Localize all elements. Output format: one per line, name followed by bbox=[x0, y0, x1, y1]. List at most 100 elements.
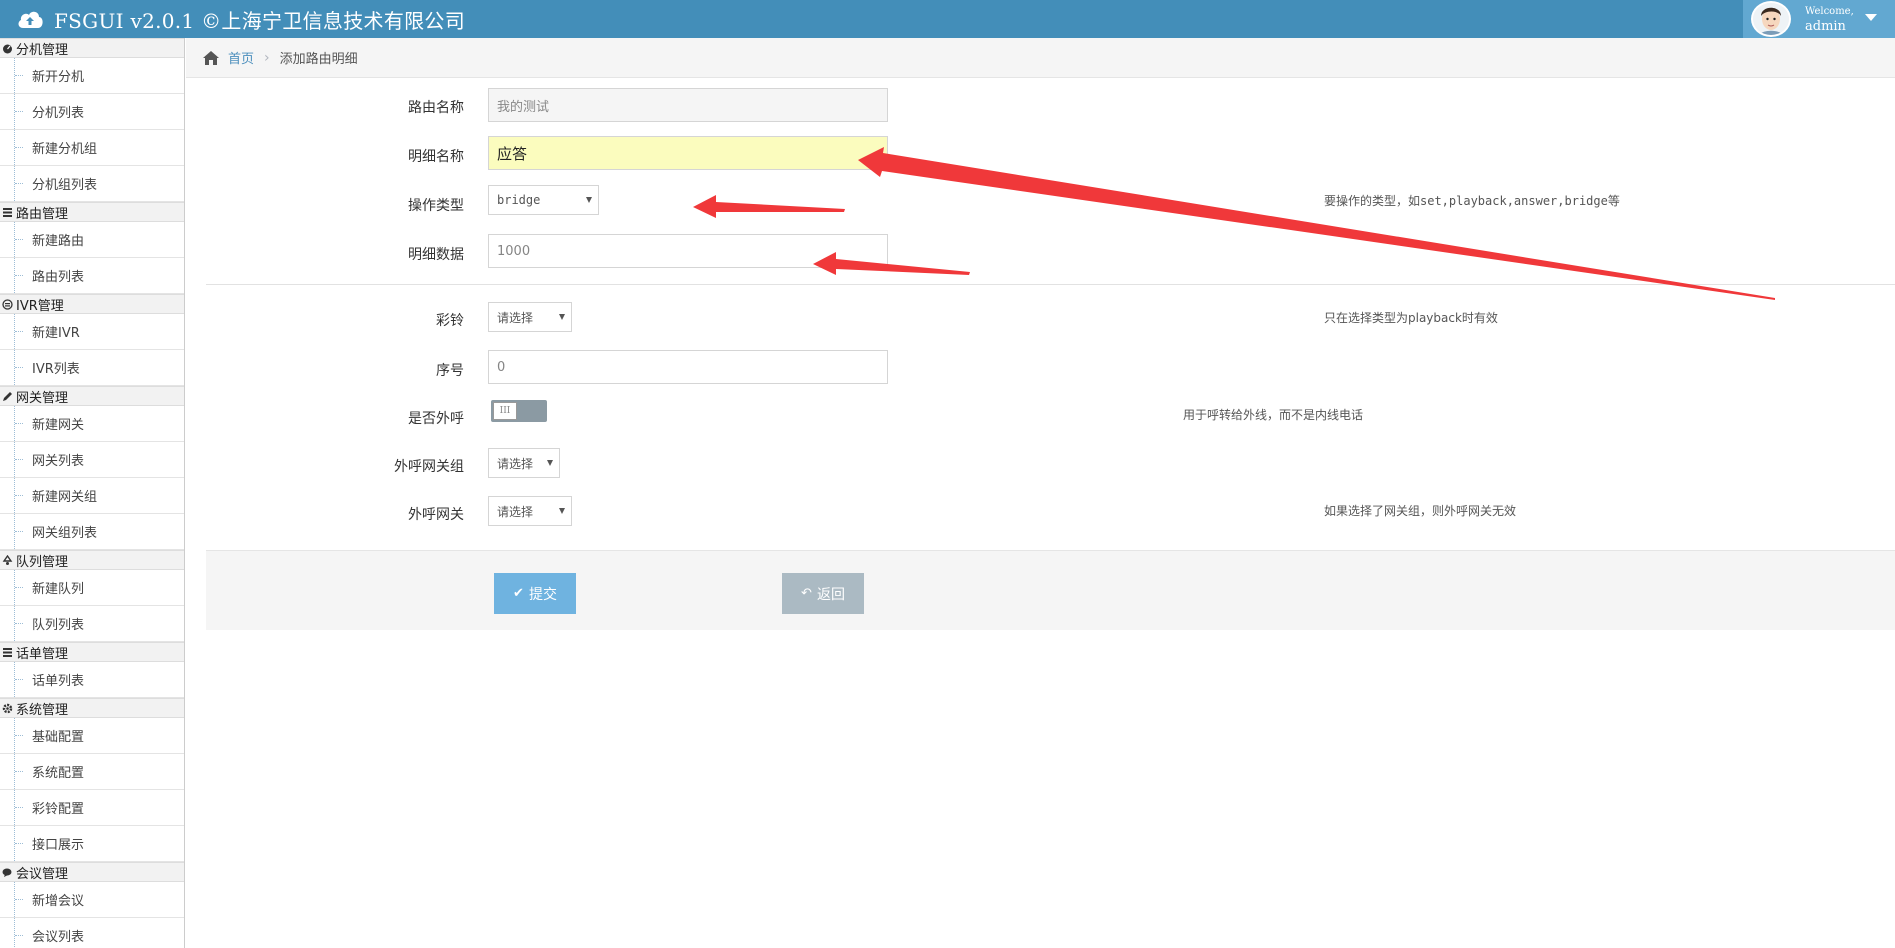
sidebar-item[interactable]: 新建分机组 bbox=[0, 130, 184, 166]
list-icon bbox=[2, 207, 13, 218]
route-name-label: 路由名称 bbox=[408, 100, 464, 116]
sidebar-item[interactable]: 新建网关组 bbox=[0, 478, 184, 514]
sidebar-group-ivr[interactable]: IVR管理 bbox=[0, 294, 184, 314]
app-title: FSGUI v2.0.1 ©上海宁卫信息技术有限公司 bbox=[54, 8, 466, 33]
ringtone-label: 彩铃 bbox=[436, 313, 464, 329]
gateway-label: 外呼网关 bbox=[408, 507, 464, 523]
sidebar-item[interactable]: 新开分机 bbox=[0, 58, 184, 94]
ringtone-value: 请选择 bbox=[497, 310, 534, 325]
outbound-help: 用于呼转给外线，而不是内线电话 bbox=[1183, 408, 1364, 422]
sidebar-item[interactable]: IVR列表 bbox=[0, 350, 184, 386]
sidebar-item[interactable]: 基础配置 bbox=[0, 718, 184, 754]
avatar bbox=[1751, 1, 1791, 37]
sidebar-group-label: 话单管理 bbox=[16, 646, 69, 662]
ringtone-select[interactable]: 请选择 bbox=[488, 302, 572, 332]
sidebar-group-label: 会议管理 bbox=[16, 866, 69, 882]
sidebar-group-label: IVR管理 bbox=[16, 298, 64, 314]
sidebar-group-extension[interactable]: 分机管理 bbox=[0, 38, 184, 58]
back-button[interactable]: ↶ 返回 bbox=[782, 573, 864, 614]
chat-icon bbox=[2, 867, 13, 878]
breadcrumb: 首页 › 添加路由明细 bbox=[186, 38, 1895, 78]
gateway-select[interactable]: 请选择 bbox=[488, 496, 572, 526]
sidebar-item[interactable]: 会议列表 bbox=[0, 918, 184, 948]
op-type-select[interactable]: bridge bbox=[488, 185, 599, 215]
route-name-input[interactable]: 我的测试 bbox=[488, 88, 888, 122]
seq-input[interactable]: 0 bbox=[488, 350, 888, 384]
breadcrumb-home-link[interactable]: 首页 bbox=[228, 48, 254, 67]
op-type-value: bridge bbox=[497, 193, 541, 207]
pencil-icon bbox=[2, 391, 13, 402]
sidebar-item[interactable]: 彩铃配置 bbox=[0, 790, 184, 826]
op-type-label: 操作类型 bbox=[408, 198, 464, 214]
sidebar-group-queue[interactable]: 队列管理 bbox=[0, 550, 184, 570]
chevron-down-icon bbox=[559, 508, 565, 514]
detail-name-input[interactable]: 应答 bbox=[488, 136, 888, 170]
user-menu[interactable]: Welcome, admin bbox=[1743, 0, 1895, 38]
recycle-icon bbox=[2, 554, 13, 566]
brand[interactable]: FSGUI v2.0.1 ©上海宁卫信息技术有限公司 bbox=[16, 0, 465, 38]
sidebar: 分机管理 新开分机 分机列表 新建分机组 分机组列表 路由管理 新建路由 路由列… bbox=[0, 38, 185, 948]
top-navbar: FSGUI v2.0.1 ©上海宁卫信息技术有限公司 Welcome, admi… bbox=[0, 0, 1895, 38]
list-icon bbox=[2, 647, 13, 658]
cloud-upload-icon bbox=[18, 11, 43, 28]
breadcrumb-separator-icon: › bbox=[264, 49, 270, 66]
sidebar-item[interactable]: 网关列表 bbox=[0, 442, 184, 478]
sidebar-group-label: 分机管理 bbox=[16, 42, 69, 58]
sidebar-group-gateway[interactable]: 网关管理 bbox=[0, 386, 184, 406]
back-label: 返回 bbox=[816, 586, 845, 603]
detail-data-input[interactable]: 1000 bbox=[488, 234, 888, 268]
sidebar-item[interactable]: 系统配置 bbox=[0, 754, 184, 790]
sidebar-item[interactable]: 路由列表 bbox=[0, 258, 184, 294]
sidebar-item[interactable]: 话单列表 bbox=[0, 662, 184, 698]
sidebar-item[interactable]: 新建网关 bbox=[0, 406, 184, 442]
breadcrumb-current: 添加路由明细 bbox=[279, 52, 358, 67]
dashboard-icon bbox=[2, 43, 13, 54]
divider bbox=[206, 284, 1895, 285]
sidebar-item[interactable]: 新建队列 bbox=[0, 570, 184, 606]
gateway-help: 如果选择了网关组，则外呼网关无效 bbox=[1324, 504, 1517, 518]
chevron-down-icon bbox=[559, 314, 565, 320]
home-icon bbox=[203, 50, 219, 65]
reply-icon: ↶ bbox=[801, 586, 812, 601]
check-icon: ✔ bbox=[513, 586, 524, 601]
sidebar-group-system[interactable]: 系统管理 bbox=[0, 698, 184, 718]
avatar-face-icon bbox=[1753, 3, 1789, 35]
form-actions: ✔ 提交 ↶ 返回 bbox=[206, 550, 1895, 630]
username: admin bbox=[1805, 19, 1846, 34]
sidebar-group-label: 路由管理 bbox=[16, 206, 69, 222]
chevron-down-icon bbox=[586, 197, 592, 203]
sidebar-group-label: 系统管理 bbox=[16, 702, 69, 718]
sidebar-group-route[interactable]: 路由管理 bbox=[0, 202, 184, 222]
welcome-text: Welcome, bbox=[1805, 6, 1854, 17]
ivr-icon bbox=[2, 298, 13, 310]
submit-label: 提交 bbox=[528, 586, 557, 603]
seq-label: 序号 bbox=[436, 363, 464, 379]
detail-data-label: 明细数据 bbox=[408, 247, 464, 263]
sidebar-item[interactable]: 分机列表 bbox=[0, 94, 184, 130]
gateway-group-value: 请选择 bbox=[497, 456, 534, 471]
sidebar-group-cdr[interactable]: 话单管理 bbox=[0, 642, 184, 662]
gateway-group-select[interactable]: 请选择 bbox=[488, 448, 560, 478]
op-type-help: 要操作的类型，如set,playback,answer,bridge等 bbox=[1324, 194, 1620, 208]
sidebar-item[interactable]: 网关组列表 bbox=[0, 514, 184, 550]
sidebar-group-conference[interactable]: 会议管理 bbox=[0, 862, 184, 882]
outbound-label: 是否外呼 bbox=[408, 411, 464, 427]
chevron-down-icon bbox=[547, 460, 553, 466]
sidebar-item[interactable]: 新建IVR bbox=[0, 314, 184, 350]
submit-button[interactable]: ✔ 提交 bbox=[494, 573, 576, 614]
gear-icon bbox=[2, 703, 13, 714]
sidebar-item[interactable]: 接口展示 bbox=[0, 826, 184, 862]
detail-name-label: 明细名称 bbox=[408, 149, 464, 165]
caret-down-icon[interactable] bbox=[1865, 14, 1877, 21]
sidebar-group-label: 网关管理 bbox=[16, 390, 69, 406]
sidebar-item[interactable]: 新建路由 bbox=[0, 222, 184, 258]
gateway-value: 请选择 bbox=[497, 504, 534, 519]
route-detail-form: 路由名称 我的测试 明细名称 应答 操作类型 bridge 要操作的类型，如se… bbox=[186, 78, 1895, 948]
sidebar-item[interactable]: 队列列表 bbox=[0, 606, 184, 642]
sidebar-item[interactable]: 新增会议 bbox=[0, 882, 184, 918]
sidebar-group-label: 队列管理 bbox=[16, 554, 69, 570]
sidebar-item[interactable]: 分机组列表 bbox=[0, 166, 184, 202]
ringtone-help: 只在选择类型为playback时有效 bbox=[1324, 311, 1498, 325]
gateway-group-label: 外呼网关组 bbox=[394, 459, 464, 475]
outbound-toggle[interactable]: III bbox=[491, 400, 547, 422]
